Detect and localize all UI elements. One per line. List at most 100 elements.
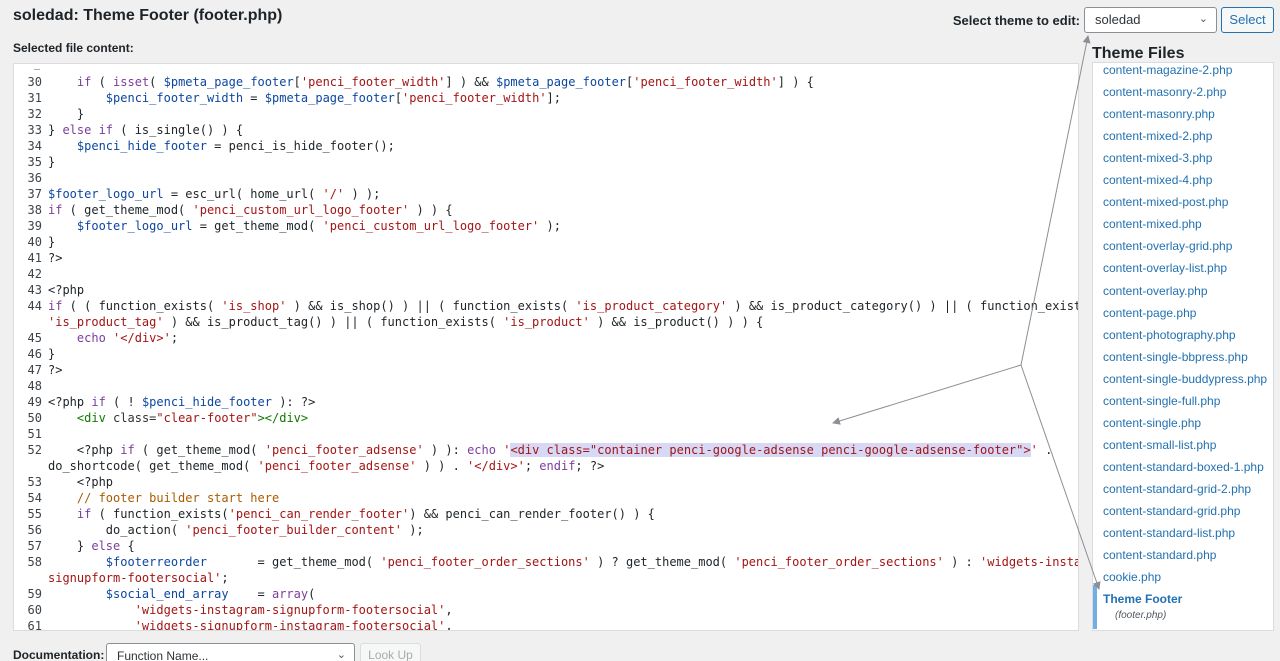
line-number: 36	[27, 171, 42, 185]
code-line[interactable]: 50 <div class="clear-footer"></div>	[14, 410, 1078, 426]
code-line[interactable]: 49 <?php if ( ! $penci_hide_footer ): ?>	[14, 394, 1078, 410]
file-item[interactable]: content-standard-grid-2.php	[1103, 482, 1251, 496]
code-line[interactable]: 48	[14, 378, 1078, 394]
line-content[interactable]: <?php if ( get_theme_mod( 'penci_footer_…	[48, 442, 1052, 458]
line-content[interactable]: ?>	[48, 250, 62, 266]
file-item[interactable]: content-single-bbpress.php	[1103, 350, 1248, 364]
code-line[interactable]: 41 ?>	[14, 250, 1078, 266]
line-content[interactable]: } else {	[48, 538, 135, 554]
file-item[interactable]: content-standard-list.php	[1103, 526, 1235, 540]
line-content[interactable]: if ( get_theme_mod( 'penci_custom_url_lo…	[48, 202, 453, 218]
file-item[interactable]: content-mixed.php	[1103, 217, 1202, 231]
line-content[interactable]: echo '</div>';	[48, 330, 178, 346]
line-content[interactable]: 'widgets-instagram-signupform-footersoci…	[48, 602, 453, 618]
line-content[interactable]: <?php	[48, 474, 113, 490]
code-line[interactable]: 33} else if ( is_single() ) {	[14, 122, 1078, 138]
file-item[interactable]: content-mixed-2.php	[1103, 129, 1212, 143]
code-line[interactable]: signupform-footersocial';	[14, 570, 1078, 586]
code-line[interactable]: 57 } else {	[14, 538, 1078, 554]
file-item[interactable]: content-single-full.php	[1103, 394, 1220, 408]
code-line[interactable]: 56 do_action( 'penci_footer_builder_cont…	[14, 522, 1078, 538]
code-line[interactable]: 42	[14, 266, 1078, 282]
file-item-active[interactable]: Theme Footer (footer.php)	[1093, 585, 1273, 629]
file-item[interactable]: content-standard.php	[1103, 548, 1216, 562]
line-content[interactable]: $footerreorder = get_theme_mod( 'penci_f…	[48, 554, 1078, 570]
line-content[interactable]: signupform-footersocial';	[48, 570, 229, 586]
code-line[interactable]: 52 <?php if ( get_theme_mod( 'penci_foot…	[14, 442, 1078, 458]
file-item[interactable]: content-mixed-4.php	[1103, 173, 1212, 187]
code-line[interactable]: 40}	[14, 234, 1078, 250]
code-line[interactable]: 39 $footer_logo_url = get_theme_mod( 'pe…	[14, 218, 1078, 234]
line-content[interactable]: $footer_logo_url = esc_url( home_url( '/…	[48, 186, 380, 202]
documentation-select[interactable]: Function Name... ⌄	[106, 643, 355, 661]
line-content[interactable]: }	[48, 346, 55, 362]
line-content[interactable]: $penci_footer_width = $pmeta_page_footer…	[48, 90, 561, 106]
line-content[interactable]: do_action( 'penci_footer_builder_content…	[48, 522, 424, 538]
theme-select[interactable]: soledad ⌄	[1084, 7, 1217, 33]
file-item[interactable]: content-overlay-list.php	[1103, 261, 1227, 275]
line-content[interactable]: <div class="clear-footer"></div>	[48, 410, 308, 426]
code-line[interactable]: 47 ?>	[14, 362, 1078, 378]
line-content[interactable]: ?>	[48, 362, 62, 378]
code-line[interactable]: 60 'widgets-instagram-signupform-footers…	[14, 602, 1078, 618]
file-item[interactable]: content-overlay-grid.php	[1103, 239, 1232, 253]
line-content[interactable]: $social_end_array = array(	[48, 586, 316, 602]
line-content[interactable]: }	[48, 234, 55, 250]
code-line[interactable]: 61 'widgets-signupform-instagram-footers…	[14, 618, 1078, 630]
code-line[interactable]: 38 if ( get_theme_mod( 'penci_custom_url_…	[14, 202, 1078, 218]
code-line[interactable]: 44 if ( ( function_exists( 'is_shop' ) &&…	[14, 298, 1078, 314]
line-content[interactable]: // footer builder start here	[48, 490, 279, 506]
line-content[interactable]: 'is_product_tag' ) && is_product_tag() )…	[48, 314, 763, 330]
code-editor[interactable]: – 30 if ( isset( $pmeta_page_footer['pen…	[13, 63, 1079, 631]
file-item[interactable]: content-standard-boxed-1.php	[1103, 460, 1264, 474]
code-line[interactable]: 'is_product_tag' ) && is_product_tag() )…	[14, 314, 1078, 330]
code-lines[interactable]: 30 if ( isset( $pmeta_page_footer['penci…	[14, 74, 1078, 630]
code-line[interactable]: 43 <?php	[14, 282, 1078, 298]
code-line[interactable]: 59 $social_end_array = array(	[14, 586, 1078, 602]
line-content[interactable]: if ( isset( $pmeta_page_footer['penci_fo…	[48, 74, 814, 90]
line-content[interactable]: <?php	[48, 282, 84, 298]
file-item[interactable]: content-masonry.php	[1103, 107, 1215, 121]
code-line[interactable]: 37 $footer_logo_url = esc_url( home_url( …	[14, 186, 1078, 202]
code-line[interactable]: 51	[14, 426, 1078, 442]
line-content[interactable]: if ( function_exists('penci_can_render_f…	[48, 506, 655, 522]
line-content[interactable]: 'widgets-signupform-instagram-footersoci…	[48, 618, 453, 630]
file-item[interactable]: content-magazine-2.php	[1103, 63, 1232, 77]
code-line[interactable]: 30 if ( isset( $pmeta_page_footer['penci…	[14, 74, 1078, 90]
file-item[interactable]: content-overlay.php	[1103, 284, 1208, 298]
select-button[interactable]: Select	[1221, 7, 1274, 33]
code-line[interactable]: 45 echo '</div>';	[14, 330, 1078, 346]
file-item[interactable]: content-small-list.php	[1103, 438, 1216, 452]
code-line[interactable]: 55 if ( function_exists('penci_can_rende…	[14, 506, 1078, 522]
line-content[interactable]: $penci_hide_footer = penci_is_hide_foote…	[48, 138, 395, 154]
code-line[interactable]: 36	[14, 170, 1078, 186]
code-line[interactable]: do_shortcode( get_theme_mod( 'penci_foot…	[14, 458, 1078, 474]
code-line[interactable]: 54 // footer builder start here	[14, 490, 1078, 506]
file-item[interactable]: content-page.php	[1103, 306, 1196, 320]
code-line[interactable]: 35}	[14, 154, 1078, 170]
line-content[interactable]: do_shortcode( get_theme_mod( 'penci_foot…	[48, 458, 604, 474]
code-line[interactable]: 46}	[14, 346, 1078, 362]
line-content[interactable]: if ( ( function_exists( 'is_shop' ) && i…	[48, 298, 1078, 314]
file-item[interactable]: content-photography.php	[1103, 328, 1236, 342]
line-content[interactable]: } else if ( is_single() ) {	[48, 122, 243, 138]
code-line[interactable]: 32 }	[14, 106, 1078, 122]
line-content[interactable]: $footer_logo_url = get_theme_mod( 'penci…	[48, 218, 561, 234]
file-item[interactable]: content-masonry-2.php	[1103, 85, 1226, 99]
code-line[interactable]: 31 $penci_footer_width = $pmeta_page_foo…	[14, 90, 1078, 106]
file-item[interactable]: content-mixed-3.php	[1103, 151, 1212, 165]
theme-file-list[interactable]: Theme Footer (footer.php) content-magazi…	[1092, 62, 1274, 631]
line-content[interactable]: <?php if ( ! $penci_hide_footer ): ?>	[48, 394, 315, 410]
line-content[interactable]: }	[48, 106, 84, 122]
file-item[interactable]: content-single-buddypress.php	[1103, 372, 1267, 386]
line-content[interactable]: }	[48, 154, 55, 170]
file-item[interactable]: content-mixed-post.php	[1103, 195, 1228, 209]
file-item[interactable]: cookie.php	[1103, 570, 1161, 584]
lookup-button[interactable]: Look Up	[360, 643, 421, 661]
code-line[interactable]: 58 $footerreorder = get_theme_mod( 'penc…	[14, 554, 1078, 570]
line-number: 39	[27, 219, 42, 233]
file-item[interactable]: content-standard-grid.php	[1103, 504, 1240, 518]
code-line[interactable]: 34 $penci_hide_footer = penci_is_hide_fo…	[14, 138, 1078, 154]
code-line[interactable]: 53 <?php	[14, 474, 1078, 490]
file-item[interactable]: content-single.php	[1103, 416, 1201, 430]
